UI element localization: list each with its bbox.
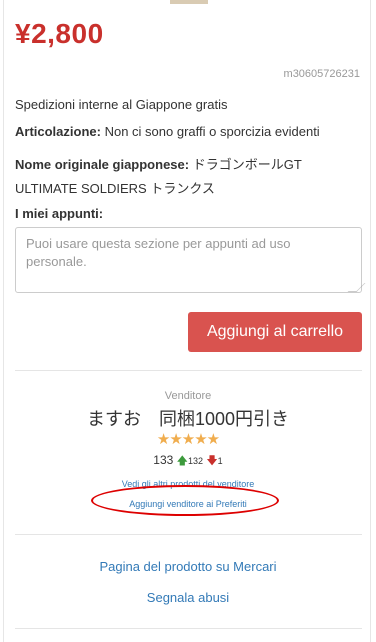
rating-positive: 132	[187, 456, 204, 466]
mercari-product-link[interactable]: Pagina del prodotto su Mercari	[99, 559, 276, 574]
shipping-info: Spedizioni interne al Giappone gratis	[15, 97, 228, 112]
original-name-value-line2: ULTIMATE SOLDIERS トランクス	[15, 181, 215, 196]
seller-rating-stars-icon: ★★★★★	[156, 431, 220, 448]
seller-caption: Venditore	[164, 390, 212, 402]
rating-total: 133	[153, 453, 174, 467]
rating-negative: 1	[217, 456, 223, 466]
seller-ratings: 133 🡅132 🡇1	[0, 452, 376, 471]
product-thumbnail-edge[interactable]	[170, 0, 208, 4]
divider	[15, 534, 362, 535]
item-id: m30605726231	[283, 68, 360, 80]
notes-textarea[interactable]	[15, 227, 362, 293]
add-to-cart-button[interactable]: Aggiungi al carrello	[188, 312, 362, 352]
original-name-label: Nome originale giapponese:	[15, 157, 190, 172]
condition-label: Articolazione:	[15, 124, 101, 139]
price: ¥2,800	[15, 18, 104, 49]
report-link-row: Segnala abusi	[0, 589, 376, 607]
original-name-value-line1: ドラゴンボールGT	[192, 157, 302, 172]
condition-value: Non ci sono graffi o sporcizia evidenti	[104, 124, 320, 139]
thumb-down-icon: 🡇	[206, 455, 218, 467]
thumb-up-icon: 🡅	[176, 455, 188, 467]
divider	[15, 628, 362, 629]
report-abuse-link[interactable]: Segnala abusi	[147, 590, 229, 605]
condition-row: Articolazione: Non ci sono graffi o spor…	[15, 124, 320, 139]
annotation-ellipse	[91, 485, 279, 516]
original-name-row: Nome originale giapponese: ドラゴンボールGT	[15, 154, 302, 173]
notes-label: I miei appunti:	[15, 206, 104, 221]
mercari-link-row: Pagina del prodotto su Mercari	[0, 558, 376, 576]
seller-name[interactable]: ますお 同梱1000円引き	[0, 405, 376, 431]
divider	[15, 370, 362, 371]
